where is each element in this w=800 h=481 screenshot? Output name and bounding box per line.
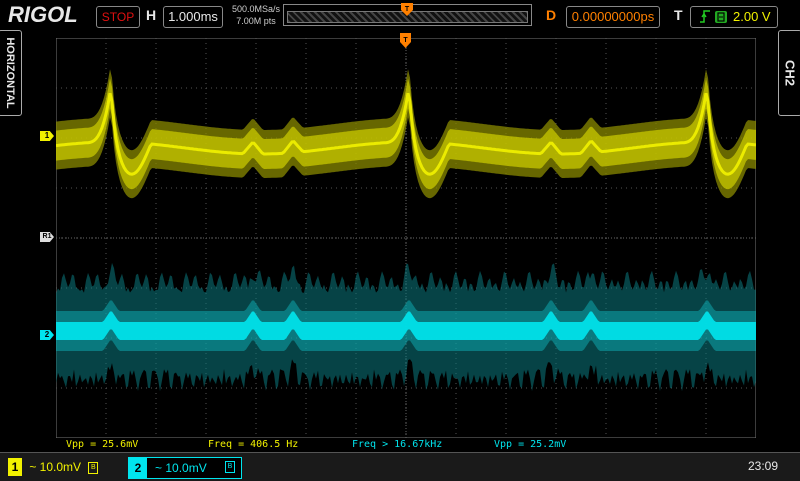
horizontal-delay-value[interactable]: 0.00000000ps (566, 6, 660, 28)
ch2-position-marker[interactable]: 2 (40, 330, 54, 340)
ch1-bandwidth-icon: B (88, 461, 99, 474)
timebase-value[interactable]: 1.000ms (163, 6, 223, 28)
trigger-time-marker[interactable]: T (400, 33, 411, 51)
trigger-label: T (674, 7, 683, 23)
ref1-position-marker[interactable]: R1 (40, 232, 54, 242)
rigol-logo: RIGOL (8, 2, 78, 27)
memory-overview-bar[interactable]: T (283, 3, 532, 26)
trigger-position-marker: T (401, 3, 413, 20)
ch2-status[interactable]: 2 ~ 10.0mV B (128, 457, 242, 479)
ch1-status[interactable]: 1 ~ 10.0mV B (8, 458, 99, 476)
system-clock: 23:09 (748, 459, 779, 473)
ch1-freq-measurement: Freq = 406.5 Hz (208, 439, 299, 450)
svg-text:T: T (405, 6, 410, 13)
ref1-marker-label: R1 (42, 233, 52, 240)
horizontal-tab-label: HORIZONTAL (4, 37, 16, 109)
acquisition-info: 500.0MSa/s 7.00M pts (228, 3, 284, 27)
waveform-canvas (56, 38, 756, 438)
channel-status-bar: 1 ~ 10.0mV B 2 ~ 10.0mV B 23:09 (0, 452, 800, 481)
ch1-marker-label: 1 (44, 131, 50, 140)
rising-edge-icon (699, 7, 711, 31)
ch2-vpp-measurement: Vpp = 25.2mV (494, 439, 567, 450)
ch2-tab-label: CH2 (782, 59, 798, 87)
svg-text:T: T (403, 37, 408, 44)
horizontal-menu-tab[interactable]: HORIZONTAL (0, 30, 22, 116)
trigger-settings[interactable]: 2.00 V (690, 6, 778, 28)
ch2-bandwidth-icon: B (225, 461, 235, 473)
ch2-freq-measurement: Freq > 16.67kHz (352, 439, 443, 450)
ch1-scale: ~ 10.0mV (29, 460, 82, 474)
ch1-position-marker[interactable]: 1 (40, 131, 54, 141)
ch2-menu-tab[interactable]: CH2 (778, 30, 800, 116)
top-status-bar: RIGOL STOP H 1.000ms 500.0MSa/s 7.00M pt… (0, 0, 800, 32)
sample-rate: 500.0MSa/s (231, 4, 281, 14)
run-stop-status[interactable]: STOP (96, 6, 140, 28)
waveform-display[interactable] (56, 38, 756, 438)
ch1-vpp-measurement: Vpp = 25.6mV (66, 439, 139, 450)
memory-depth: 7.00M pts (236, 16, 276, 26)
ch2-marker-label: 2 (44, 330, 50, 339)
ch2-scale: ~ 10.0mV (155, 461, 207, 475)
trigger-level: 2.00 V (733, 9, 771, 24)
horizontal-label: H (146, 7, 157, 23)
ch2-number: 2 (129, 458, 147, 478)
trigger-source-icon (715, 11, 727, 23)
delay-label: D (546, 7, 557, 23)
ch1-number: 1 (8, 458, 22, 476)
